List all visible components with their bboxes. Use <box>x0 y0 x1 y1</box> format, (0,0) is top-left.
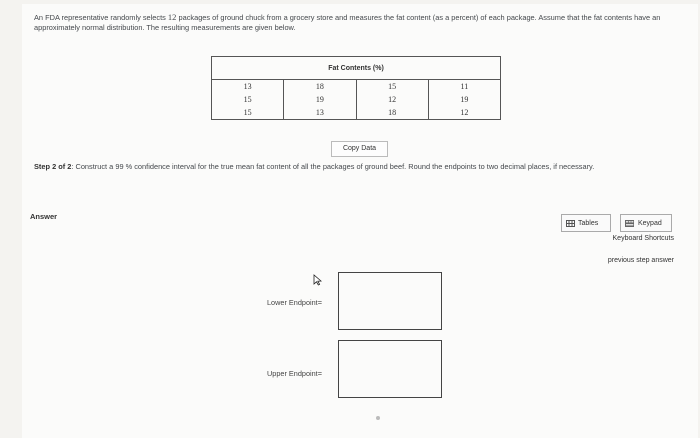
table-row: 15 19 12 19 <box>210 93 502 106</box>
keypad-label: Keypad <box>638 220 662 227</box>
problem-statement: An FDA representative randomly selects 1… <box>34 12 684 33</box>
table-cell: 13 <box>283 106 357 120</box>
table-cell: 19 <box>427 93 502 106</box>
step-text-end: % confidence interval for the true mean … <box>123 162 595 171</box>
table-cell: 12 <box>427 106 502 120</box>
page-indicator-dot <box>376 416 380 420</box>
previous-step-answer-link[interactable]: previous step answer <box>608 257 674 264</box>
table-cell: 11 <box>427 79 502 93</box>
copy-data-button[interactable]: Copy Data <box>331 141 388 157</box>
problem-text-start: An FDA representative randomly selects <box>34 13 168 22</box>
confidence-level: 99 <box>115 162 124 171</box>
mouse-cursor-icon <box>313 274 322 286</box>
keypad-button[interactable]: Keypad <box>620 214 672 232</box>
step-text-start: : Construct a <box>71 162 116 171</box>
step-label: Step 2 of 2 <box>34 162 72 171</box>
table-cell: 18 <box>283 79 357 93</box>
table-cell: 18 <box>355 106 429 120</box>
table-row: 13 18 15 11 <box>210 79 502 93</box>
upper-endpoint-input[interactable] <box>338 340 442 398</box>
keypad-icon <box>625 220 634 227</box>
lower-endpoint-label: Lower Endpoint= <box>267 298 322 307</box>
answer-heading: Answer <box>30 212 58 221</box>
table-cell: 12 <box>355 93 429 106</box>
table-cell: 15 <box>355 79 429 93</box>
table-cell: 19 <box>283 93 357 106</box>
table-cell: 13 <box>210 79 285 93</box>
table-row: 15 13 18 12 <box>210 106 502 120</box>
lower-endpoint-input[interactable] <box>338 272 442 330</box>
keyboard-shortcuts-link[interactable]: Keyboard Shortcuts <box>613 235 674 242</box>
table-icon <box>566 220 575 227</box>
table-cell: 15 <box>210 93 285 106</box>
step-instruction: Step 2 of 2: Construct a 99 % confidence… <box>34 162 674 172</box>
table-header: Fat Contents (%) <box>211 56 501 80</box>
tables-label: Tables <box>578 220 599 227</box>
question-panel: An FDA representative randomly selects 1… <box>22 4 698 438</box>
fat-content-table: Fat Contents (%) 13 18 15 11 15 19 12 19… <box>210 56 502 120</box>
tables-button[interactable]: Tables <box>561 214 611 232</box>
table-cell: 15 <box>210 106 285 120</box>
upper-endpoint-label: Upper Endpoint= <box>267 369 322 378</box>
